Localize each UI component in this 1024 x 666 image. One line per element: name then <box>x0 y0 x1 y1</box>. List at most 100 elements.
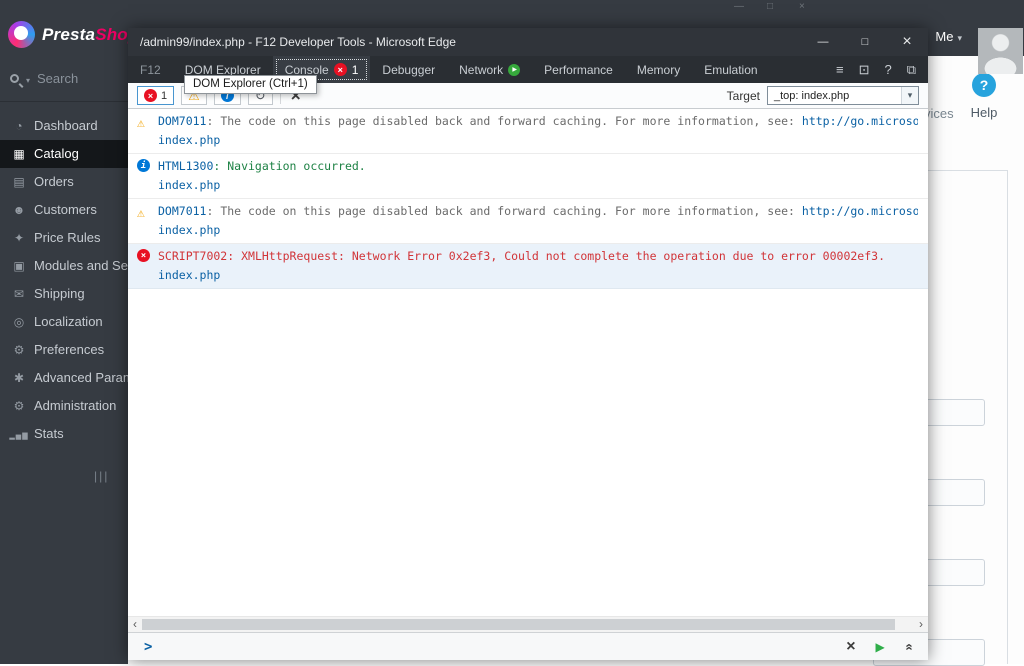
sidebar-item-label: Localization <box>34 314 103 329</box>
sidebar-item-label: Modules and Services <box>34 258 128 273</box>
logo-text: PrestaShop <box>42 25 138 45</box>
help-button[interactable]: ? Help <box>964 73 1004 120</box>
run-script-icon[interactable] <box>876 638 885 656</box>
tab-emulation[interactable]: Emulation <box>692 56 769 83</box>
console-message-error: SCRIPT7002: XMLHttpRequest: Network Erro… <box>128 244 928 289</box>
message-link[interactable]: http://go.microsoft.com/ <box>802 114 918 128</box>
scrollbar-thumb[interactable] <box>142 619 895 630</box>
sidebar-item-label: Advanced Parameters <box>34 370 128 385</box>
warning-icon <box>137 204 145 223</box>
sidebar-item-localization[interactable]: Localization <box>0 308 128 336</box>
sidebar-item-label: Customers <box>34 202 97 217</box>
sidebar-item-label: Preferences <box>34 342 105 357</box>
tab-label: Memory <box>636 62 681 77</box>
help-label: Help <box>970 105 998 120</box>
network-recording-icon <box>508 63 521 76</box>
sidebar-item-administration[interactable]: Administration <box>0 392 128 420</box>
chevron-down-icon <box>957 29 962 44</box>
horizontal-scrollbar <box>128 616 928 632</box>
administration-icon <box>9 392 29 420</box>
sidebar-item-label: Shipping <box>34 286 85 301</box>
avatar[interactable] <box>978 28 1023 74</box>
tab-label: Network <box>459 62 504 77</box>
sidebar-item-label: Stats <box>34 426 64 441</box>
help-icon: ? <box>972 73 996 97</box>
tab-performance[interactable]: Performance <box>532 56 625 83</box>
scroll-left-arrow[interactable] <box>128 617 142 632</box>
devtools-title: /admin99/index.php - F12 Developer Tools… <box>140 35 456 49</box>
sidebar-item-dashboard[interactable]: Dashboard <box>0 112 128 140</box>
tab-f12[interactable]: F12 <box>128 56 173 83</box>
advanced-parameters-icon <box>9 364 29 392</box>
console-panel-icon[interactable] <box>859 62 870 78</box>
sidebar-item-shipping[interactable]: Shipping <box>0 280 128 308</box>
prestashop-logo[interactable]: PrestaShop <box>8 21 138 48</box>
sidebar-item-label: Orders <box>34 174 74 189</box>
preferences-icon <box>9 336 29 364</box>
page-partial-text: vices <box>924 106 954 121</box>
dock-icon[interactable] <box>836 62 844 77</box>
sidebar-item-preferences[interactable]: Preferences <box>0 336 128 364</box>
background-minimize-icon <box>734 1 744 12</box>
tab-memory[interactable]: Memory <box>625 56 692 83</box>
collapse-sidebar-button[interactable] <box>94 467 109 485</box>
console-input[interactable] <box>172 633 826 660</box>
message-link[interactable]: http://go.microsoft.com/ <box>802 204 918 218</box>
sidebar-item-label: Catalog <box>34 146 79 161</box>
message-code: DOM7011 <box>158 204 207 218</box>
sidebar-item-advanced-parameters[interactable]: Advanced Parameters <box>0 364 128 392</box>
sidebar-item-orders[interactable]: Orders <box>0 168 128 196</box>
message-text: : XMLHttpRequest: Network Error 0x2ef3, … <box>227 249 885 263</box>
tab-debugger[interactable]: Debugger <box>370 56 447 83</box>
search-icon <box>10 74 19 83</box>
sidebar-item-label: Administration <box>34 398 117 413</box>
target-label: Target <box>726 88 760 103</box>
sidebar-item-modules[interactable]: Modules and Services <box>0 252 128 280</box>
devtools-tab-icons <box>836 56 928 83</box>
error-badge-count: 1 <box>351 62 359 77</box>
background-maximize-icon <box>767 1 773 12</box>
sidebar-item-stats[interactable]: Stats <box>0 420 128 448</box>
sidebar-item-label: Dashboard <box>34 118 98 133</box>
unpin-icon[interactable] <box>907 62 916 78</box>
close-button[interactable]: × <box>886 28 928 56</box>
warning-icon <box>137 114 145 133</box>
search-type-caret-icon <box>26 70 30 88</box>
me-menu[interactable]: Me <box>935 29 962 44</box>
sidebar-item-price-rules[interactable]: Price Rules <box>0 224 128 252</box>
devtools-window: /admin99/index.php - F12 Developer Tools… <box>128 28 928 660</box>
sidebar-item-catalog[interactable]: Catalog <box>0 140 128 168</box>
tab-network[interactable]: Network <box>447 56 532 83</box>
error-filter-icon <box>144 89 157 102</box>
target-select[interactable]: _top: index.php <box>767 86 919 105</box>
sidebar-item-customers[interactable]: Customers <box>0 196 128 224</box>
console-message-warning: DOM7011: The code on this page disabled … <box>128 199 928 244</box>
message-text: : The code on this page disabled back an… <box>206 204 802 218</box>
sidebar-search[interactable]: Search <box>0 56 128 102</box>
message-text: : The code on this page disabled back an… <box>206 114 802 128</box>
expand-input-icon[interactable] <box>899 643 917 650</box>
clear-input-icon[interactable] <box>846 638 855 656</box>
console-message-info: HTML1300: Navigation occurred. index.php <box>128 154 928 199</box>
catalog-icon <box>9 140 29 168</box>
sidebar-item-label: Price Rules <box>34 230 101 245</box>
message-code: SCRIPT7002 <box>158 249 228 263</box>
localization-icon <box>9 308 29 336</box>
message-source[interactable]: index.php <box>158 176 918 194</box>
devtools-titlebar[interactable]: /admin99/index.php - F12 Developer Tools… <box>128 28 928 56</box>
message-source[interactable]: index.php <box>158 131 918 149</box>
maximize-button[interactable]: □ <box>844 28 886 56</box>
devtools-help-icon[interactable] <box>884 62 891 77</box>
message-source[interactable]: index.php <box>158 266 918 284</box>
filter-errors-button[interactable]: 1 <box>137 86 175 105</box>
message-code: DOM7011 <box>158 114 207 128</box>
error-count: 1 <box>161 89 168 102</box>
panel-border-right <box>1007 170 1008 664</box>
info-icon <box>137 159 150 172</box>
message-source[interactable]: index.php <box>158 221 918 239</box>
minimize-button[interactable]: — <box>802 28 844 56</box>
scroll-right-arrow[interactable] <box>914 617 928 632</box>
prestashop-logo-icon <box>8 21 35 48</box>
price-rules-icon <box>9 224 29 252</box>
tab-label: Debugger <box>382 62 436 77</box>
